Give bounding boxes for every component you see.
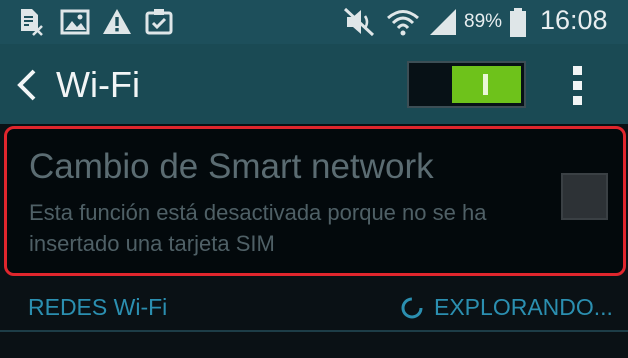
smart-network-description: Esta función está desactivada porque no … [29, 200, 487, 256]
warning-icon [103, 9, 131, 34]
smart-network-checkbox[interactable] [561, 173, 608, 220]
mute-icon [343, 7, 375, 37]
toggle-on-mark [483, 74, 488, 95]
scanning-spinner-icon [401, 297, 423, 319]
scanning-status: EXPLORANDO... [434, 294, 613, 320]
wifi-networks-title: REDES Wi-Fi [28, 294, 168, 320]
battery-percent: 89% [464, 11, 503, 32]
page-title: Wi-Fi [56, 64, 140, 105]
sim-card-blocked-icon [21, 9, 43, 36]
signal-icon [430, 9, 456, 35]
section-divider [0, 330, 628, 332]
status-bar: 89% 16:08 [0, 0, 628, 44]
wifi-networks-header: REDES Wi-Fi EXPLORANDO... [0, 282, 628, 332]
smart-network-title: Cambio de Smart network [29, 147, 434, 186]
toggle-on-indicator [452, 66, 521, 103]
smart-network-switch-row[interactable]: Cambio de Smart network Esta función est… [4, 126, 626, 276]
more-options-icon[interactable] [568, 64, 588, 108]
battery-icon [510, 8, 526, 37]
image-icon [60, 9, 90, 35]
action-bar: Wi-Fi [0, 44, 628, 124]
wifi-icon [387, 10, 419, 36]
wifi-toggle[interactable] [407, 61, 526, 108]
clipboard-check-icon [145, 9, 173, 35]
back-arrow-icon[interactable] [14, 68, 40, 102]
clock: 16:08 [540, 5, 608, 35]
